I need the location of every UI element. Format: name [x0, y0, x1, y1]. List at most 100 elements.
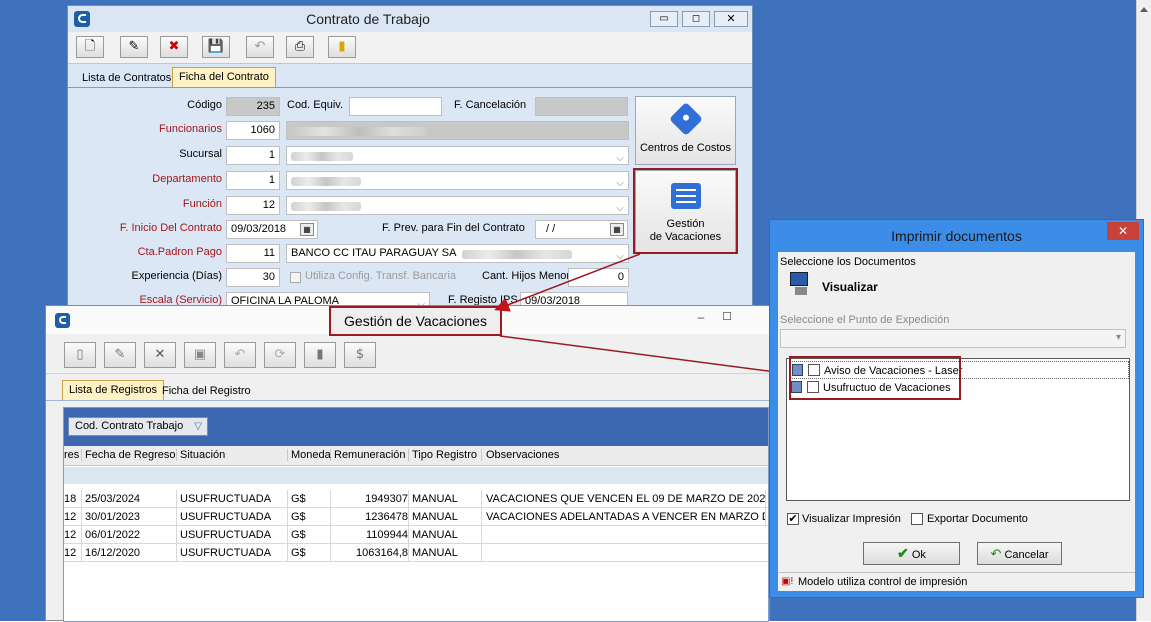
cancel-button[interactable]: ↶ Cancelar — [977, 542, 1062, 565]
calendar-icon[interactable]: ▦ — [610, 223, 624, 236]
cell-tipo: MANUAL — [412, 490, 482, 508]
funcionarios-field[interactable]: 1060 — [226, 121, 280, 140]
sucursal-code-field[interactable]: 1 — [226, 146, 280, 165]
table-row[interactable]: 12 30/01/2023 USUFRUCTUADA G$ 1236478 MANUAL V… — [64, 508, 768, 526]
undo-icon: ↶ — [254, 39, 266, 54]
header-moneda[interactable]: Moneda — [291, 449, 331, 461]
new-button[interactable]: 🗋 — [76, 36, 104, 58]
group-chip[interactable]: Cod. Contrato Trabajo ▽ — [68, 417, 208, 436]
undo-button[interactable]: ↶ — [246, 36, 274, 58]
close-button[interactable]: ✕ — [1107, 222, 1139, 240]
sucursal-combo[interactable]: ⌵ — [286, 146, 629, 165]
table-row[interactable]: 18 25/03/2024 USUFRUCTUADA G$ 1949307 MANUAL V… — [64, 490, 768, 508]
new-document-icon: 🗋 — [84, 39, 96, 54]
departamento-combo[interactable]: ⌵ — [286, 171, 629, 190]
exportar-checkbox[interactable] — [911, 513, 923, 525]
departamento-label: Departamento — [152, 173, 222, 185]
cell-tipo: MANUAL — [412, 526, 482, 544]
cod-equiv-label: Cod. Equiv. — [287, 99, 344, 111]
table-row[interactable]: 12 16/12/2020 USUFRUCTUADA G$ 1063164,8 MANUA… — [64, 544, 768, 562]
f-cancelacion-field[interactable] — [535, 97, 628, 116]
tab-lista-registros[interactable]: Lista de Registros — [62, 380, 165, 400]
undo-arrow-icon: ↶ — [990, 546, 1002, 561]
centros-costos-label: Centros de Costos — [639, 142, 732, 154]
header-res[interactable]: res — [64, 449, 82, 461]
header-situacion[interactable]: Situación — [180, 449, 288, 461]
funcion-code-field[interactable]: 12 — [226, 196, 280, 215]
tab-ficha-contrato[interactable]: Ficha del Contrato — [172, 67, 276, 87]
close-button[interactable]: ✕ — [714, 11, 748, 27]
cell-fecha: 06/01/2022 — [85, 526, 177, 544]
cod-equiv-field[interactable] — [349, 97, 442, 116]
visualizar-checkbox[interactable]: ✔ — [787, 513, 799, 525]
filter-row[interactable] — [64, 467, 768, 484]
tab-ficha-registro[interactable]: Ficha del Registro — [156, 382, 257, 400]
cell-moneda: G$ — [291, 526, 331, 544]
edit-icon: ✎ — [114, 347, 126, 362]
minimize-button[interactable]: ▭ — [650, 11, 678, 27]
calendar-icon[interactable]: ▦ — [300, 223, 314, 236]
header-fecha-regreso[interactable]: Fecha de Regreso — [85, 449, 177, 461]
refresh-button[interactable]: ⟳ — [264, 342, 296, 368]
header-tipo-registro[interactable]: Tipo Registro — [412, 449, 482, 461]
chevron-down-icon: ⌵ — [616, 251, 624, 262]
warning-icon: ▣! — [781, 576, 794, 587]
exit-button[interactable]: ▮ — [304, 342, 336, 368]
exit-door-icon: ▮ — [316, 347, 324, 362]
ok-button[interactable]: ✔ Ok — [863, 542, 960, 565]
cell-obs: VACACIONES ADELANTADAS A VENCER EN MARZO… — [486, 508, 766, 526]
cell-moneda: G$ — [291, 544, 331, 562]
save-icon: 💾 — [207, 39, 225, 54]
funcion-label: Función — [182, 198, 222, 210]
cant-hijos-field[interactable]: 0 — [568, 268, 629, 287]
funcion-combo[interactable]: ⌵ — [286, 196, 629, 215]
edit-button[interactable]: ✎ — [104, 342, 136, 368]
tag-icon — [669, 102, 703, 136]
maximize-button[interactable]: ☐ — [718, 310, 736, 324]
f-inicio-label: F. Inicio Del Contrato — [119, 222, 222, 234]
delete-button[interactable]: ✖ — [160, 36, 188, 58]
status-text: Modelo utiliza control de impresión — [798, 576, 968, 588]
exit-button[interactable]: ▮ — [328, 36, 356, 58]
cell-res: 12 — [64, 526, 82, 544]
cell-situacion: USUFRUCTUADA — [180, 526, 288, 544]
gestion-tabstrip: Lista de Registros Ficha del Registro — [46, 374, 769, 401]
chevron-down-icon: ▾ — [1115, 332, 1121, 343]
minimize-button[interactable]: – — [692, 310, 710, 324]
new-document-icon: ▯ — [76, 347, 84, 362]
save-button[interactable]: ▣ — [184, 342, 216, 368]
header-remuneracion[interactable]: Remuneración — [334, 449, 409, 461]
exit-door-icon: ▮ — [338, 39, 346, 54]
codigo-field[interactable]: 235 — [226, 97, 280, 116]
punto-expedicion-label: Seleccione el Punto de Expedición — [780, 314, 950, 326]
banco-combo[interactable]: BANCO CC ITAU PARAGUAY SA ⌵ — [286, 244, 629, 263]
save-button[interactable]: 💾 — [202, 36, 230, 58]
scroll-up-arrow-icon[interactable] — [1140, 7, 1148, 12]
departamento-code-field[interactable]: 1 — [226, 171, 280, 190]
gestion-callout-label: Gestión de Vacaciones — [344, 313, 487, 329]
currency-button[interactable]: $ — [344, 342, 376, 368]
tab-lista-contratos[interactable]: Lista de Contratos — [76, 69, 177, 87]
table-row[interactable]: 12 06/01/2022 USUFRUCTUADA G$ 1109944 MANUAL — [64, 526, 768, 544]
undo-button[interactable]: ↶ — [224, 342, 256, 368]
codigo-label: Código — [187, 99, 222, 111]
new-button[interactable]: ▯ — [64, 342, 96, 368]
delete-button[interactable]: ✕ — [144, 342, 176, 368]
imprimir-titlebar: Imprimir documentos ✕ — [770, 220, 1143, 252]
experiencia-field[interactable]: 30 — [226, 268, 280, 287]
cta-padron-label: Cta.Padron Pago — [137, 246, 222, 258]
centros-costos-button[interactable]: Centros de Costos — [635, 96, 736, 165]
print-button[interactable]: ⎙ — [286, 36, 314, 58]
filter-icon[interactable]: ▽ — [194, 418, 202, 435]
cell-remuneracion: 1109944 — [334, 526, 409, 544]
maximize-button[interactable]: ◻ — [682, 11, 710, 27]
cta-padron-code-field[interactable]: 11 — [226, 244, 280, 263]
utiliza-checkbox[interactable] — [290, 272, 301, 283]
funcionario-name-field[interactable] — [286, 121, 629, 140]
refresh-icon: ⟳ — [274, 347, 286, 362]
punto-expedicion-combo[interactable]: ▾ — [780, 329, 1126, 348]
edit-button[interactable]: ✎ — [120, 36, 148, 58]
header-observaciones[interactable]: Observaciones — [486, 449, 766, 461]
cell-situacion: USUFRUCTUADA — [180, 490, 288, 508]
imprimir-body: Seleccione los Documentos Visualizar Sel… — [778, 252, 1135, 591]
